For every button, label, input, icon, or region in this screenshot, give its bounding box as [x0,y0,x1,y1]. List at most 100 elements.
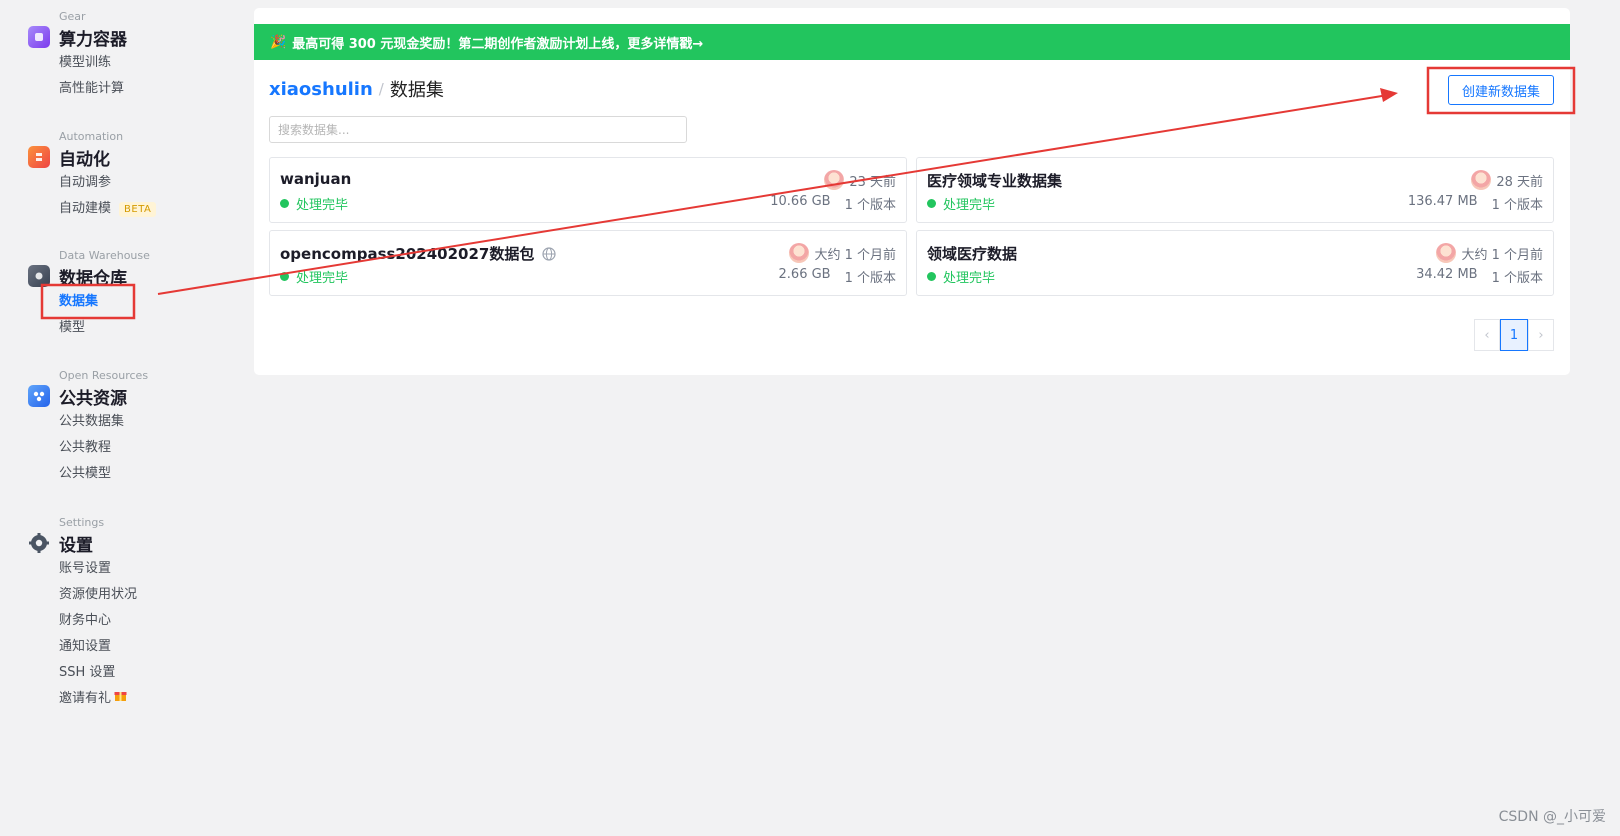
status-dot-icon [280,272,289,281]
dataset-name-text: wanjuan [280,170,352,188]
sidebar-item-label: 邀请有礼 [59,691,112,706]
dataset-size: 2.66 GB [778,267,831,282]
status-dot-icon [280,199,289,208]
status-text: 处理完毕 [943,271,996,286]
status-text: 处理完毕 [296,198,349,213]
nav-group-automation: Automation 自动化 自动调参 自动建模 BETA [28,130,157,222]
status-dot-icon [927,272,936,281]
dataset-meta: 23 天前 [824,170,896,190]
dataset-card-medical-pro[interactable]: 医疗领域专业数据集 处理完毕 28 天前 136.47 MB 1 个版本 [916,157,1554,223]
nav-group-header[interactable]: 自动化 [28,144,156,170]
dataset-size: 136.47 MB [1407,194,1478,209]
sidebar-item-usage[interactable]: 资源使用状况 [59,582,137,608]
pagination-page-button[interactable]: 1 [1500,319,1528,351]
sidebar-item-hpc[interactable]: 高性能计算 [59,76,127,102]
watermark: CSDN @_小可爱 [1498,809,1606,825]
create-dataset-button[interactable]: 创建新数据集 [1448,75,1554,105]
nav-group-subtitle: Settings [59,516,105,529]
dataset-time: 28 天前 [1496,174,1543,190]
status-text: 处理完毕 [296,271,349,286]
dataset-size: 34.42 MB [1416,267,1478,282]
sidebar: Gear 算力容器 模型训练 高性能计算 Automation 自动化 自动调参… [0,0,240,836]
dataset-name-text: 医疗领域专业数据集 [927,172,1063,190]
search-input[interactable] [269,116,687,143]
dataset-stats: 34.42 MB 1 个版本 [1416,267,1543,286]
dataset-stats: 136.47 MB 1 个版本 [1408,194,1543,213]
sidebar-item-automodel[interactable]: 自动建模 BETA [59,196,157,222]
dataset-size: 10.66 GB [770,194,831,209]
nav-group-title: 自动化 [59,149,110,170]
dataset-meta: 大约 1 个月前 [789,243,896,263]
dataset-stats: 2.66 GB 1 个版本 [779,267,896,286]
gift-icon [114,686,127,712]
nav-group-header[interactable]: 算力容器 [28,24,127,50]
nav-group-subtitle: Open Resources [59,369,149,382]
automation-icon [28,146,50,168]
nav-group-header[interactable]: 公共资源 [28,383,148,409]
avatar [824,170,845,190]
avatar [1436,243,1457,263]
nav-group-title: 数据仓库 [59,268,127,289]
sidebar-item-model-training[interactable]: 模型训练 [59,50,127,76]
dataset-versions: 1 个版本 [844,198,896,213]
dataset-meta: 28 天前 [1471,170,1543,190]
sidebar-item-account[interactable]: 账号设置 [59,556,137,582]
pagination-next-button[interactable]: › [1528,319,1554,351]
sidebar-item-notifications[interactable]: 通知设置 [59,634,137,660]
status-text: 处理完毕 [943,198,996,213]
sidebar-item-public-models[interactable]: 公共模型 [59,461,148,487]
status-badge: 处理完毕 [280,267,348,286]
nav-group-gear: Gear 算力容器 模型训练 高性能计算 [28,10,127,102]
sidebar-item-public-datasets[interactable]: 公共数据集 [59,409,148,435]
cube-icon [28,26,50,48]
dataset-meta: 大约 1 个月前 [1436,243,1543,263]
dataset-card-wanjuan[interactable]: wanjuan 处理完毕 23 天前 10.66 GB 1 个版本 [269,157,907,223]
nav-group-title: 算力容器 [59,29,127,50]
sidebar-item-models[interactable]: 模型 [59,315,150,341]
dataset-versions: 1 个版本 [844,271,896,286]
nav-group-data-warehouse: Data Warehouse 数据仓库 数据集 模型 [28,249,150,341]
dataset-card-opencompass[interactable]: opencompass20240202​7数据包 处理完毕 大约 1 个月前 2… [269,230,907,296]
nav-group-open-resources: Open Resources 公共资源 公共数据集 公共教程 公共模型 [28,369,148,487]
breadcrumb-separator: / [378,80,384,98]
pagination: ‹ 1 › [1474,319,1554,351]
dataset-versions: 1 个版本 [1491,271,1543,286]
avatar [1471,170,1492,190]
pagination-prev-button[interactable]: ‹ [1474,319,1500,351]
nav-group-header[interactable]: 数据仓库 [28,263,150,289]
community-icon [28,385,50,407]
nav-group-header[interactable]: 设置 [28,530,137,556]
dataset-name[interactable]: 领域医疗数据 [927,243,1017,264]
dataset-card-medical-domain[interactable]: 领域医疗数据 处理完毕 大约 1 个月前 34.42 MB 1 个版本 [916,230,1554,296]
nav-group-subtitle: Data Warehouse [59,249,150,262]
beta-badge: BETA [119,201,157,217]
nav-group-subtitle: Gear [59,10,86,23]
sidebar-item-invite[interactable]: 邀请有礼 [59,686,137,712]
dataset-name-text: opencompass20240202​7数据包 [280,245,535,263]
dataset-name-text: 领域医疗数据 [927,245,1018,263]
dataset-time: 大约 1 个月前 [1461,247,1543,263]
globe-icon [542,246,556,261]
status-badge: 处理完毕 [927,267,995,286]
nav-group-title: 设置 [59,535,93,556]
nav-group-settings: Settings 设置 账号设置 资源使用状况 财务中心 通知设置 SSH 设置… [28,516,137,712]
dataset-time: 23 天前 [849,174,896,190]
dataset-name[interactable]: wanjuan [280,170,351,188]
status-badge: 处理完毕 [927,194,995,213]
sidebar-item-autotune[interactable]: 自动调参 [59,170,156,196]
status-badge: 处理完毕 [280,194,348,213]
nav-group-title: 公共资源 [59,388,127,409]
warehouse-icon [28,265,50,287]
sidebar-item-finance[interactable]: 财务中心 [59,608,137,634]
promo-banner[interactable]: 🎉 最高可得 300 元现金奖励！第二期创作者激励计划上线，更多详情戳→ [254,24,1570,60]
sidebar-item-datasets[interactable]: 数据集 [59,289,150,315]
banner-text: 最高可得 300 元现金奖励！第二期创作者激励计划上线，更多详情戳→ [292,36,704,52]
sidebar-item-ssh[interactable]: SSH 设置 [59,660,137,686]
status-dot-icon [927,199,936,208]
breadcrumb-user-link[interactable]: xiaoshulin [269,79,373,100]
dataset-name[interactable]: opencompass20240202​7数据包 [280,243,556,264]
page-title: 数据集 [389,80,444,101]
avatar [789,243,810,263]
sidebar-item-public-tutorials[interactable]: 公共教程 [59,435,148,461]
dataset-name[interactable]: 医疗领域专业数据集 [927,170,1062,191]
